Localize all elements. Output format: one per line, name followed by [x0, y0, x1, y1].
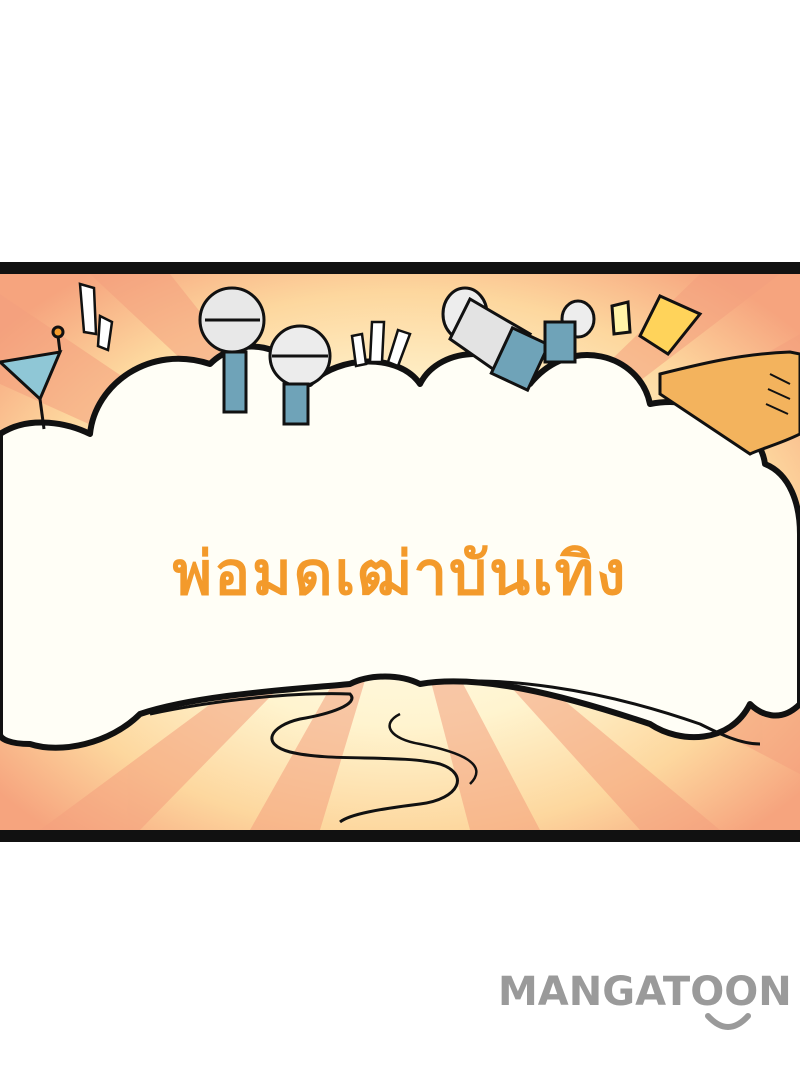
- panel-title: พ่อมดเฒ่าบันเทิง: [172, 539, 628, 609]
- watermark-text: MANGATOON: [498, 969, 792, 1015]
- smile-icon: [705, 1013, 751, 1030]
- mangatoon-watermark: MANGATOON: [498, 966, 798, 1036]
- comic-panel: พ่อมดเฒ่าบันเทิง: [0, 262, 800, 842]
